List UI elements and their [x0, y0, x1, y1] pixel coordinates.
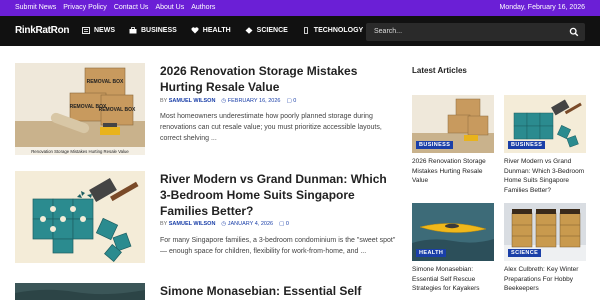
atom-icon [245, 27, 253, 34]
top-bar: Submit News Privacy Policy Contact Us Ab… [0, 0, 600, 16]
article-title[interactable]: Simone Monasebian: Essential Self Rescue [160, 283, 405, 300]
category-badge[interactable]: BUSINESS [508, 141, 546, 149]
article-date-text: JANUARY 4, 2026 [227, 221, 274, 227]
search-input[interactable]: Search... [366, 23, 585, 41]
nav-item-health[interactable]: HEALTH [191, 27, 231, 34]
nav-label-business: BUSINESS [141, 27, 177, 34]
article-thumbnail[interactable] [15, 283, 145, 300]
main-nav: NEWS BUSINESS HEALTH SCIENCE TECHNOLOGY [82, 27, 363, 34]
nav-item-science[interactable]: SCIENCE [245, 27, 288, 34]
sidebar-thumbnail[interactable]: SCIENCE [504, 203, 586, 261]
meta-by: BY SAMUEL WILSON [160, 98, 216, 104]
sidebar-title: Latest Articles [412, 66, 467, 75]
article-meta: BY SAMUEL WILSON ◷ JANUARY 4, 2026 ▢ 0 [160, 221, 289, 227]
article-date-text: FEBRUARY 16, 2026 [227, 98, 281, 104]
sidebar-thumbnail[interactable]: BUSINESS [412, 95, 494, 153]
sidebar-article[interactable]: BUSINESS River Modern vs Grand Dunman: W… [504, 95, 586, 195]
sidebar-article-title[interactable]: Simone Monasebian: Essential Self Rescue… [412, 265, 494, 294]
nav-item-news[interactable]: NEWS [82, 27, 115, 34]
meta-by: BY SAMUEL WILSON [160, 221, 216, 227]
newspaper-icon [82, 27, 90, 34]
category-badge[interactable]: BUSINESS [416, 141, 454, 149]
nav-item-business[interactable]: BUSINESS [129, 27, 177, 34]
heart-icon [191, 27, 199, 34]
nav-label-health: HEALTH [202, 27, 231, 34]
box-label: REMOVAL BOX [87, 79, 124, 85]
comment-count-text: 0 [285, 221, 289, 227]
nav-label-technology: TECHNOLOGY [313, 27, 364, 34]
sidebar-thumbnail[interactable]: HEALTH [412, 203, 494, 261]
site-logo[interactable]: RinkRatRon [15, 25, 70, 36]
phone-icon [302, 27, 310, 34]
article-title[interactable]: River Modern vs Grand Dunman: Which 3-Be… [160, 171, 400, 219]
article-title[interactable]: 2026 Renovation Storage Mistakes Hurting… [160, 63, 400, 95]
article-meta: BY SAMUEL WILSON ◷ FEBRUARY 16, 2026 ▢ 0 [160, 98, 296, 104]
nav-label-news: NEWS [94, 27, 115, 34]
sidebar-article[interactable]: BUSINESS 2026 Renovation Storage Mistake… [412, 95, 494, 186]
top-link-about-us[interactable]: About Us [155, 4, 184, 11]
top-link-authors[interactable]: Authors [191, 4, 215, 11]
search-placeholder: Search... [374, 28, 403, 35]
article-date[interactable]: ◷ FEBRUARY 16, 2026 [221, 98, 280, 104]
category-badge[interactable]: SCIENCE [508, 249, 542, 257]
article-excerpt: Most homeowners underestimate how poorly… [160, 113, 382, 142]
top-link-privacy-policy[interactable]: Privacy Policy [63, 4, 107, 11]
image-caption: Renovation Storage Mistakes Hurting Resa… [31, 149, 129, 154]
category-badge[interactable]: HEALTH [416, 249, 447, 257]
author-link[interactable]: SAMUEL WILSON [169, 98, 216, 104]
author-link[interactable]: SAMUEL WILSON [169, 221, 216, 227]
top-links: Submit News Privacy Policy Contact Us Ab… [15, 4, 215, 11]
top-link-contact-us[interactable]: Contact Us [114, 4, 149, 11]
sidebar-article[interactable]: SCIENCE Alex Culbreth: Key Winter Prepar… [504, 203, 586, 294]
top-link-submit-news[interactable]: Submit News [15, 4, 56, 11]
article-date[interactable]: ◷ JANUARY 4, 2026 [221, 221, 273, 227]
sidebar-article-title[interactable]: River Modern vs Grand Dunman: Which 3-Be… [504, 157, 586, 195]
nav-label-science: SCIENCE [256, 27, 288, 34]
search-icon[interactable] [569, 27, 579, 37]
sidebar-article-title[interactable]: Alex Culbreth: Key Winter Preparations F… [504, 265, 586, 294]
sidebar-article[interactable]: HEALTH Simone Monasebian: Essential Self… [412, 203, 494, 294]
nav-item-technology[interactable]: TECHNOLOGY [302, 27, 363, 34]
briefcase-icon [129, 27, 137, 34]
article-thumbnail[interactable] [15, 171, 145, 263]
comment-count[interactable]: ▢ 0 [286, 98, 296, 104]
box-label: REMOVAL BOX [99, 107, 136, 113]
comment-count-text: 0 [293, 98, 297, 104]
article-thumbnail[interactable]: REMOVAL BOX REMOVAL BOX REMOVAL BOX Reno… [15, 63, 145, 155]
article-excerpt: For many Singapore families, a 3-bedroom… [160, 237, 396, 255]
sidebar-article-title[interactable]: 2026 Renovation Storage Mistakes Hurting… [412, 157, 494, 186]
sidebar-thumbnail[interactable]: BUSINESS [504, 95, 586, 153]
current-date: Monday, February 16, 2026 [499, 4, 585, 11]
comment-count[interactable]: ▢ 0 [279, 221, 289, 227]
